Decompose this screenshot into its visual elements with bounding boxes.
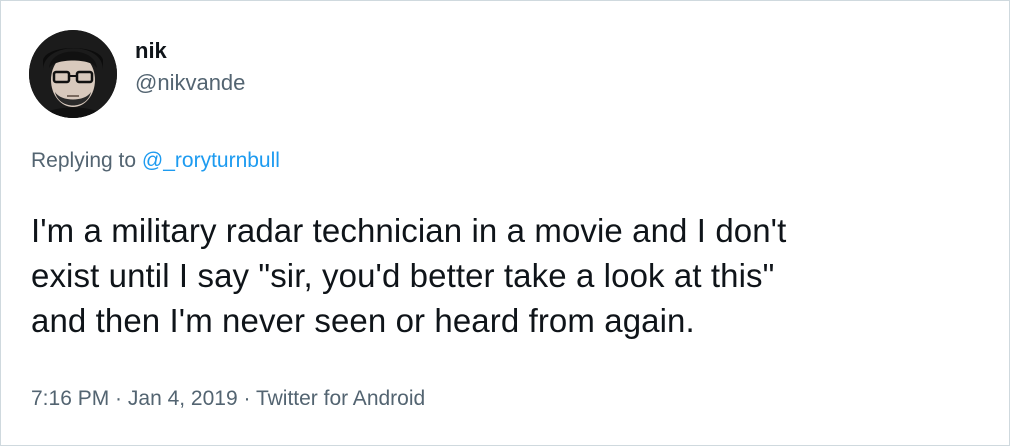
tweet-text-line: and then I'm never seen or heard from ag… (31, 302, 695, 339)
tweet-metadata: 7:16 PM · Jan 4, 2019 · Twitter for Andr… (31, 385, 425, 413)
replying-to-line: Replying to @_roryturnbull (31, 147, 280, 175)
tweet-source-link[interactable]: Twitter for Android (256, 387, 425, 410)
tweet-time-link[interactable]: 7:16 PM (31, 387, 109, 410)
tweet-text-line: exist until I say "sir, you'd better tak… (31, 257, 775, 294)
meta-separator: · (109, 387, 128, 410)
tweet-header: nik @nikvande (29, 29, 245, 119)
reply-mention-link[interactable]: @_roryturnbull (142, 149, 280, 172)
tweet-text-line: I'm a military radar technician in a mov… (31, 212, 787, 249)
tweet-card: nik @nikvande Replying to @_roryturnbull… (0, 0, 1010, 446)
tweet-date-link[interactable]: Jan 4, 2019 (128, 387, 238, 410)
author-identity: nik @nikvande (135, 37, 245, 97)
meta-separator: · (237, 387, 256, 410)
replying-to-label: Replying to (31, 149, 142, 172)
avatar-portrait-icon (29, 30, 117, 118)
user-avatar-icon[interactable] (29, 30, 117, 118)
author-handle[interactable]: @nikvande (135, 69, 245, 97)
author-display-name[interactable]: nik (135, 37, 245, 65)
tweet-text: I'm a military radar technician in a mov… (31, 208, 991, 343)
